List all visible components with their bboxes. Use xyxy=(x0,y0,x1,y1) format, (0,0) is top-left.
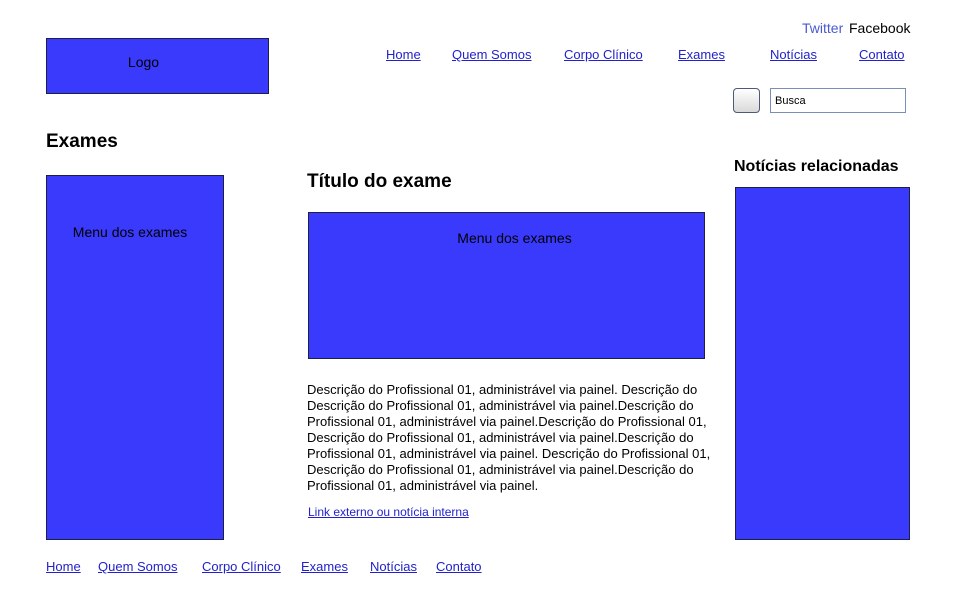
logo-label: Logo xyxy=(127,54,160,70)
nav-home[interactable]: Home xyxy=(386,47,421,62)
twitter-link[interactable]: Twitter xyxy=(802,20,843,36)
logo[interactable]: Logo xyxy=(46,38,269,94)
footer-home[interactable]: Home xyxy=(46,559,81,574)
related-news-title: Notícias relacionadas xyxy=(734,158,899,175)
footer-corpo-clinico[interactable]: Corpo Clínico xyxy=(202,559,281,574)
exams-menu-label: Menu dos exames xyxy=(72,224,188,240)
exam-media-label: Menu dos exames xyxy=(457,230,572,246)
related-news-box[interactable] xyxy=(735,187,910,540)
footer-exames[interactable]: Exames xyxy=(301,559,348,574)
page-title: Exames xyxy=(46,131,118,152)
footer-quem-somos[interactable]: Quem Somos xyxy=(98,559,177,574)
nav-contato[interactable]: Contato xyxy=(859,47,905,62)
footer-contato[interactable]: Contato xyxy=(436,559,482,574)
footer-noticias[interactable]: Notícias xyxy=(370,559,417,574)
nav-exames[interactable]: Exames xyxy=(678,47,725,62)
facebook-link[interactable]: Facebook xyxy=(849,20,910,36)
nav-noticias[interactable]: Notícias xyxy=(770,47,817,62)
nav-corpo-clinico[interactable]: Corpo Clínico xyxy=(564,47,643,62)
search-input[interactable] xyxy=(770,88,906,113)
exam-media: Menu dos exames xyxy=(308,212,705,359)
search-button[interactable] xyxy=(733,88,760,113)
exam-description: Descrição do Profissional 01, administrá… xyxy=(307,382,711,493)
exams-menu[interactable]: Menu dos exames xyxy=(46,175,224,540)
nav-quem-somos[interactable]: Quem Somos xyxy=(452,47,531,62)
external-link[interactable]: Link externo ou notícia interna xyxy=(308,505,469,519)
exam-title: Título do exame xyxy=(307,171,452,192)
